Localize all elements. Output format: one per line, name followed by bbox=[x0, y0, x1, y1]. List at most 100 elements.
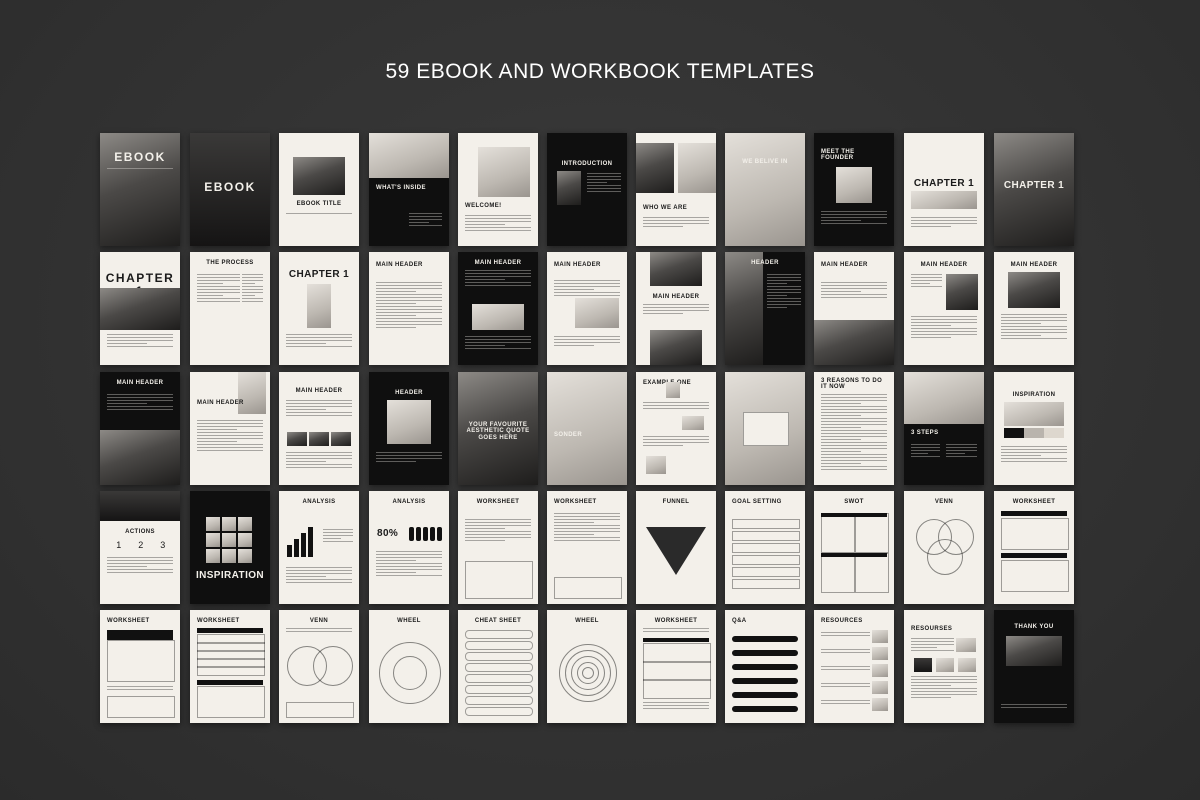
template-page-chapter-1-d[interactable]: CHAPTER 1 bbox=[279, 252, 359, 365]
template-page-worksheet-e[interactable]: WORKSHEET bbox=[190, 610, 270, 723]
page-title: YOUR FAVOURITE AESTHETIC QUOTE GOES HERE bbox=[466, 422, 530, 441]
template-page-header-b[interactable]: HEADER bbox=[369, 372, 449, 485]
template-page-introduction[interactable]: INTRODUCTION bbox=[547, 133, 627, 246]
question-pill bbox=[732, 664, 798, 670]
template-page-header-a[interactable]: HEADER bbox=[725, 252, 805, 365]
photo bbox=[222, 533, 236, 547]
body-text bbox=[911, 676, 977, 700]
venn-circle bbox=[313, 646, 353, 686]
template-page-ebook-cover[interactable]: EBOOK bbox=[100, 133, 180, 246]
template-page-whats-inside[interactable]: WHAT'S INSIDE bbox=[369, 133, 449, 246]
template-page-ebook-cover-2[interactable]: EBOOK bbox=[190, 133, 270, 246]
template-page-main-header-g[interactable]: MAIN HEADER bbox=[994, 252, 1074, 365]
page-title: EBOOK bbox=[114, 150, 166, 164]
template-page-main-header-e[interactable]: MAIN HEADER bbox=[814, 252, 894, 365]
input-box bbox=[732, 531, 800, 541]
template-page-venn-b[interactable]: VENN bbox=[279, 610, 359, 723]
input-box bbox=[643, 679, 711, 699]
template-page-actions[interactable]: ACTIONS 1 2 3 bbox=[100, 491, 180, 604]
input-box bbox=[107, 696, 175, 718]
page-title: WELCOME! bbox=[465, 203, 502, 209]
body-text bbox=[643, 702, 709, 711]
page-title: MAIN HEADER bbox=[821, 262, 868, 268]
template-page-inspiration-a[interactable]: INSPIRATION bbox=[994, 372, 1074, 485]
input-box bbox=[732, 543, 800, 553]
photo bbox=[650, 330, 702, 365]
template-page-ebook-title[interactable]: EBOOK TITLE bbox=[279, 133, 359, 246]
body-text bbox=[242, 274, 263, 304]
page-title: ACTIONS bbox=[125, 529, 155, 535]
template-page-worksheet-a[interactable]: WORKSHEET bbox=[458, 491, 538, 604]
input-box bbox=[465, 685, 533, 694]
photo bbox=[309, 432, 329, 446]
header-bar bbox=[107, 630, 173, 640]
page-title: INSPIRATION bbox=[1012, 392, 1056, 398]
template-page-photo-form[interactable] bbox=[725, 372, 805, 485]
template-page-quote[interactable]: YOUR FAVOURITE AESTHETIC QUOTE GOES HERE bbox=[458, 372, 538, 485]
input-box bbox=[1001, 560, 1069, 592]
template-page-wheel-b[interactable]: WHEEL bbox=[547, 610, 627, 723]
template-page-inspiration-b[interactable]: INSPIRATION bbox=[190, 491, 270, 604]
template-page-analysis-b[interactable]: ANALYSIS 80% bbox=[369, 491, 449, 604]
person-icon bbox=[409, 527, 414, 541]
template-page-the-process[interactable]: THE PROCESS bbox=[190, 252, 270, 365]
photo bbox=[238, 517, 252, 531]
input-box bbox=[465, 707, 533, 716]
photo bbox=[547, 372, 627, 485]
body-text bbox=[465, 519, 531, 543]
template-page-worksheet-b[interactable]: WORKSHEET bbox=[547, 491, 627, 604]
page-title: INTRODUCTION bbox=[561, 161, 613, 167]
page-title: RESOURSES bbox=[911, 626, 953, 632]
photo bbox=[238, 372, 266, 414]
template-page-worksheet-c[interactable]: WORKSHEET bbox=[994, 491, 1074, 604]
template-page-goal-setting[interactable]: GOAL SETTING bbox=[725, 491, 805, 604]
template-page-thank-you[interactable]: THANK YOU bbox=[994, 610, 1074, 723]
template-page-q-and-a[interactable]: Q&A bbox=[725, 610, 805, 723]
page-title: MAIN HEADER bbox=[295, 388, 343, 394]
template-page-chapter-1-a[interactable]: CHAPTER 1 bbox=[904, 133, 984, 246]
template-page-cheat-sheet[interactable]: CHEAT SHEET bbox=[458, 610, 538, 723]
template-page-main-header-d[interactable]: MAIN HEADER bbox=[636, 252, 716, 365]
template-page-we-believe-in[interactable]: WE BELIVE IN bbox=[725, 133, 805, 246]
template-page-main-header-b[interactable]: MAIN HEADER bbox=[458, 252, 538, 365]
template-page-worksheet-f[interactable]: WORKSHEET bbox=[636, 610, 716, 723]
body-text bbox=[821, 394, 887, 472]
template-page-funnel[interactable]: FUNNEL bbox=[636, 491, 716, 604]
template-page-worksheet-d[interactable]: WORKSHEET bbox=[100, 610, 180, 723]
template-page-swot[interactable]: SWOT bbox=[814, 491, 894, 604]
template-page-main-header-a[interactable]: MAIN HEADER bbox=[369, 252, 449, 365]
template-page-chapter-1-c[interactable]: CHAPTER 1 bbox=[100, 252, 180, 365]
template-page-3-reasons[interactable]: 3 REASONS TO DO IT NOW bbox=[814, 372, 894, 485]
input-box bbox=[465, 630, 533, 639]
template-page-venn-a[interactable]: VENN bbox=[904, 491, 984, 604]
template-page-sonder[interactable]: SONDER bbox=[547, 372, 627, 485]
venn-circle bbox=[927, 539, 963, 575]
input-box bbox=[465, 674, 533, 683]
template-page-resources-a[interactable]: RESOURCES bbox=[814, 610, 894, 723]
body-text bbox=[911, 316, 977, 340]
template-page-main-header-j[interactable]: MAIN HEADER bbox=[279, 372, 359, 485]
template-page-analysis-a[interactable]: ANALYSIS bbox=[279, 491, 359, 604]
template-page-wheel-a[interactable]: WHEEL bbox=[369, 610, 449, 723]
page-title: MAIN HEADER bbox=[376, 262, 423, 268]
photo bbox=[293, 157, 345, 195]
template-page-resources-b[interactable]: RESOURSES bbox=[904, 610, 984, 723]
body-text bbox=[821, 683, 870, 689]
template-page-who-we-are[interactable]: WHO WE ARE bbox=[636, 133, 716, 246]
template-page-chapter-1-b[interactable]: CHAPTER 1 bbox=[994, 133, 1074, 246]
template-page-welcome[interactable]: WELCOME! bbox=[458, 133, 538, 246]
swatch bbox=[1004, 428, 1024, 438]
template-page-main-header-i[interactable]: MAIN HEADER bbox=[190, 372, 270, 485]
template-page-main-header-h[interactable]: MAIN HEADER bbox=[100, 372, 180, 485]
template-page-main-header-c[interactable]: MAIN HEADER bbox=[547, 252, 627, 365]
template-page-3-steps[interactable]: 3 STEPS bbox=[904, 372, 984, 485]
page-title: HEADER bbox=[395, 390, 423, 396]
photo bbox=[100, 491, 180, 521]
template-page-main-header-f[interactable]: MAIN HEADER bbox=[904, 252, 984, 365]
template-page-examples[interactable]: EXAMPLE ONE bbox=[636, 372, 716, 485]
photo bbox=[206, 517, 220, 531]
page-title: WORKSHEET bbox=[554, 499, 597, 505]
person-icon bbox=[430, 527, 435, 541]
template-page-meet-the-founder[interactable]: MEET THE FOUNDER bbox=[814, 133, 894, 246]
page-title: WHAT'S INSIDE bbox=[376, 185, 426, 191]
